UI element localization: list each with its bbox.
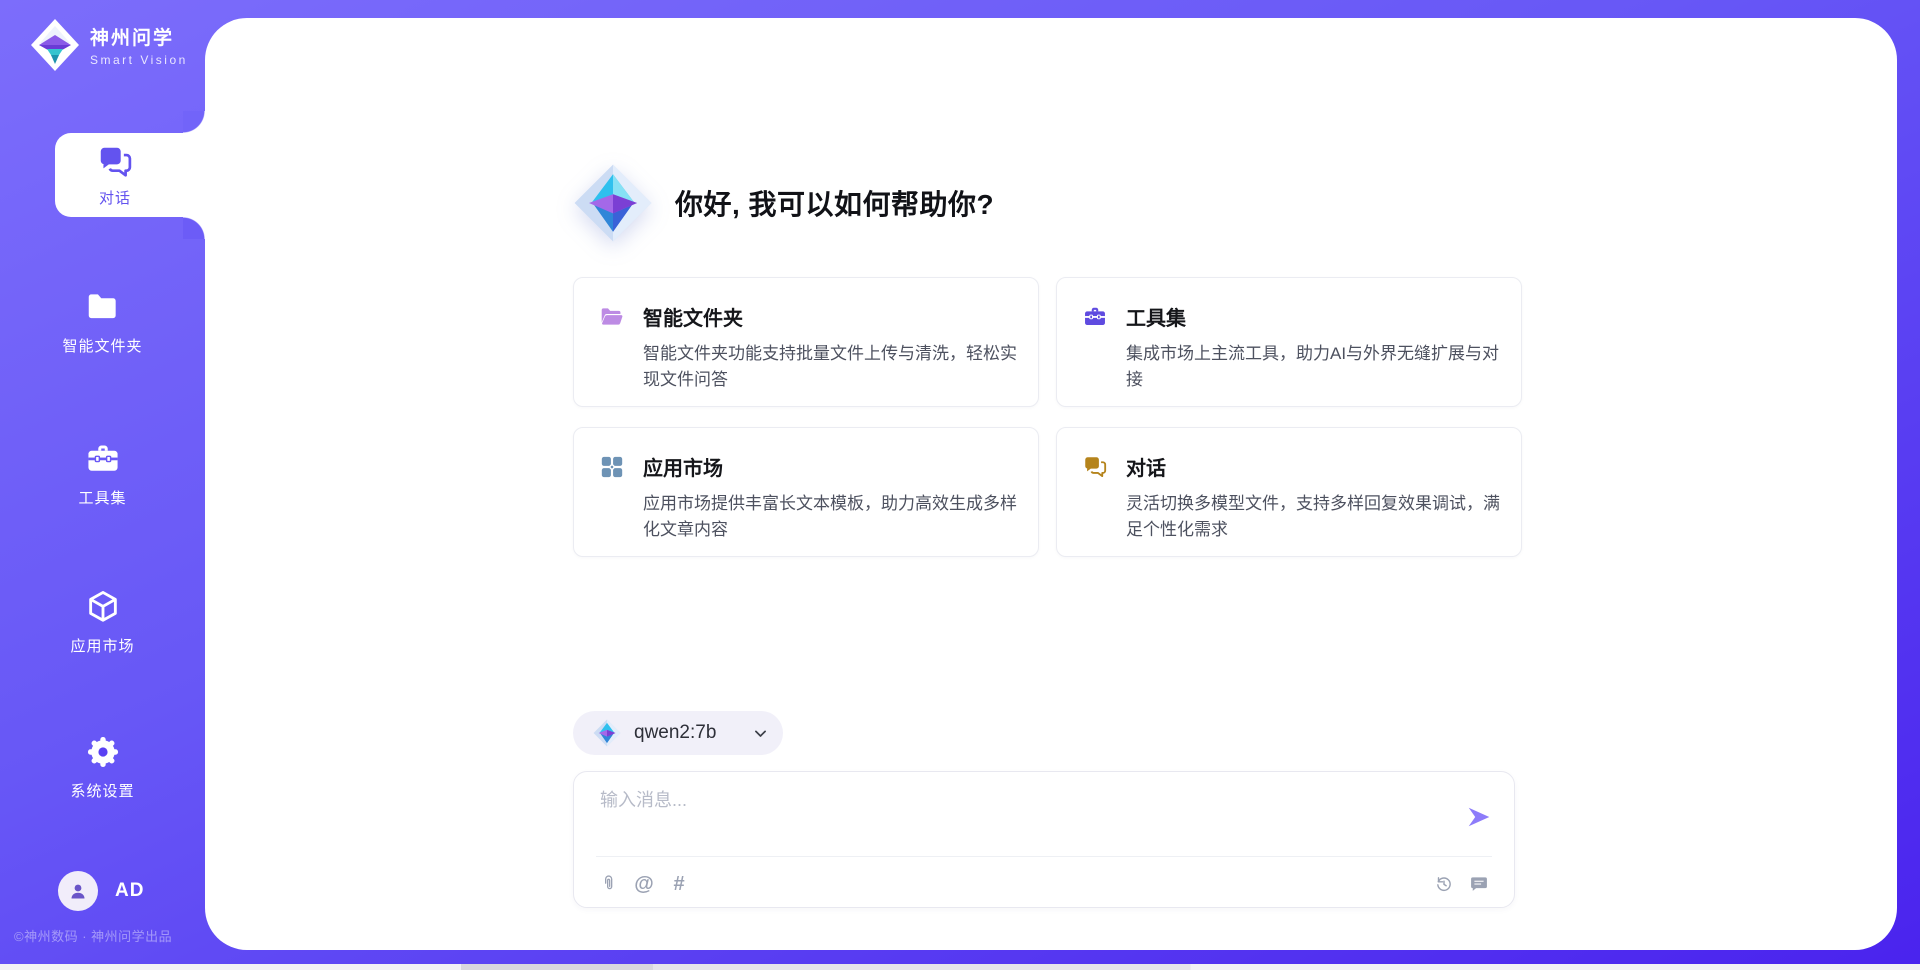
- app-window: 神州问学 Smart Vision 对话 智能文件夹: [0, 0, 1920, 970]
- card-smart-folder[interactable]: 智能文件夹 智能文件夹功能支持批量文件上传与清洗，轻松实现文件问答: [573, 277, 1039, 407]
- greeting: 你好, 我可以如何帮助你?: [573, 163, 994, 243]
- card-description: 应用市场提供丰富长文本模板，助力高效生成多样化文章内容: [643, 491, 1017, 543]
- brand-logo-icon: [30, 18, 80, 72]
- chat-icon: [1082, 454, 1108, 480]
- send-icon[interactable]: [1466, 804, 1492, 830]
- copyright: ©神州数码 · 神州问学出品: [14, 926, 214, 945]
- card-description: 集成市场上主流工具，助力AI与外界无缝扩展与对接: [1126, 341, 1500, 393]
- sidebar-item-label: 智能文件夹: [62, 335, 142, 356]
- cube-icon: [84, 588, 122, 626]
- chat-icon: [96, 143, 134, 181]
- brand-name: 神州问学: [90, 23, 188, 50]
- sidebar: 神州问学 Smart Vision 对话 智能文件夹: [0, 0, 205, 970]
- sidebar-item-label: 应用市场: [70, 635, 134, 656]
- card-title: 工具集: [1126, 302, 1186, 331]
- sidebar-item-label: 系统设置: [70, 780, 134, 801]
- brand-subtitle: Smart Vision: [90, 53, 188, 67]
- composer-toolbar: @ #: [598, 868, 1490, 900]
- avatar: [58, 871, 98, 911]
- chevron-down-icon: [752, 725, 769, 742]
- mention-icon[interactable]: @: [633, 873, 655, 895]
- brand-text: 神州问学 Smart Vision: [90, 23, 188, 67]
- feature-cards: 智能文件夹 智能文件夹功能支持批量文件上传与清洗，轻松实现文件问答 工具集 集成…: [573, 277, 1522, 557]
- model-selector[interactable]: qwen2:7b: [573, 711, 783, 755]
- app-logo-icon: [573, 163, 653, 243]
- card-title: 应用市场: [643, 452, 723, 481]
- card-title: 智能文件夹: [643, 302, 743, 331]
- toolbox-icon: [1082, 304, 1108, 330]
- comment-icon[interactable]: [1468, 873, 1490, 895]
- card-description: 智能文件夹功能支持批量文件上传与清洗，轻松实现文件问答: [643, 341, 1017, 393]
- message-composer: @ #: [573, 771, 1515, 908]
- person-icon: [66, 879, 90, 903]
- history-icon[interactable]: [1433, 873, 1455, 895]
- card-chat[interactable]: 对话 灵活切换多模型文件，支持多样回复效果调试，满足个性化需求: [1056, 427, 1522, 557]
- greeting-title: 你好, 我可以如何帮助你?: [675, 183, 994, 223]
- toolbox-icon: [84, 440, 122, 478]
- card-toolset[interactable]: 工具集 集成市场上主流工具，助力AI与外界无缝扩展与对接: [1056, 277, 1522, 407]
- card-title: 对话: [1126, 452, 1166, 481]
- folder-icon: [84, 288, 122, 326]
- sidebar-item-label: 工具集: [78, 487, 126, 508]
- sidebar-item-settings[interactable]: 系统设置: [0, 733, 205, 801]
- sidebar-item-app-market[interactable]: 应用市场: [0, 588, 205, 656]
- card-app-market[interactable]: 应用市场 应用市场提供丰富长文本模板，助力高效生成多样化文章内容: [573, 427, 1039, 557]
- attachment-icon[interactable]: [598, 873, 620, 895]
- card-description: 灵活切换多模型文件，支持多样回复效果调试，满足个性化需求: [1126, 491, 1500, 543]
- sidebar-item-toolset[interactable]: 工具集: [0, 440, 205, 508]
- screen-bottom-edge: [0, 964, 1920, 970]
- gear-icon: [84, 733, 122, 771]
- user-initials: AD: [115, 880, 144, 902]
- sidebar-item-smart-folder[interactable]: 智能文件夹: [0, 288, 205, 356]
- model-logo-icon: [593, 719, 621, 747]
- sidebar-item-chat[interactable]: 对话: [55, 133, 205, 217]
- main-panel: 你好, 我可以如何帮助你? 智能文件夹 智能文件夹功能支持批量文件上传与清洗，轻…: [205, 18, 1897, 950]
- grid-icon: [599, 454, 625, 480]
- model-name: qwen2:7b: [634, 722, 739, 744]
- user-profile[interactable]: AD: [0, 871, 205, 911]
- sidebar-item-label: 对话: [99, 187, 131, 208]
- folder-open-icon: [599, 304, 625, 330]
- brand: 神州问学 Smart Vision: [30, 18, 188, 72]
- composer-divider: [596, 856, 1492, 857]
- message-input[interactable]: [600, 786, 1440, 844]
- hash-icon[interactable]: #: [668, 873, 690, 895]
